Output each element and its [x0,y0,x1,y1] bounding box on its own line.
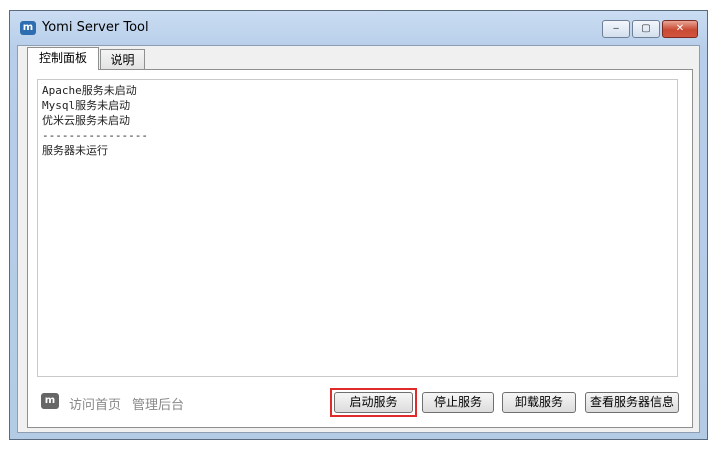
minimize-button[interactable]: ‒ [602,20,630,38]
close-button[interactable]: ✕ [662,20,698,38]
tab-control-panel[interactable]: 控制面板 [27,47,99,70]
visit-homepage-link[interactable]: 访问首页 [69,394,121,413]
title-bar[interactable]: m Yomi Server Tool ‒ ▢ ✕ [10,11,707,45]
log-line: ---------------- [42,129,148,142]
brand-logo-icon: m [41,393,59,409]
app-window: m Yomi Server Tool ‒ ▢ ✕ 控制面板 说明 Apache服… [9,10,708,440]
log-line: 优米云服务未启动 [42,114,130,127]
log-line: 服务器未运行 [42,144,108,157]
app-logo-icon: m [20,21,36,35]
start-service-button[interactable]: 启动服务 [334,392,413,413]
log-line: Apache服务未启动 [42,84,137,97]
client-area: 控制面板 说明 Apache服务未启动 Mysql服务未启动 优米云服务未启动 … [17,45,700,433]
uninstall-service-button[interactable]: 卸载服务 [502,392,576,413]
server-info-button[interactable]: 查看服务器信息 [585,392,679,413]
log-line: Mysql服务未启动 [42,99,131,112]
admin-panel-link[interactable]: 管理后台 [132,394,184,413]
stop-service-button[interactable]: 停止服务 [422,392,494,413]
maximize-button[interactable]: ▢ [632,20,660,38]
status-log[interactable]: Apache服务未启动 Mysql服务未启动 优米云服务未启动 --------… [37,79,678,377]
window-title: Yomi Server Tool [42,20,149,35]
tab-instructions[interactable]: 说明 [100,49,145,69]
